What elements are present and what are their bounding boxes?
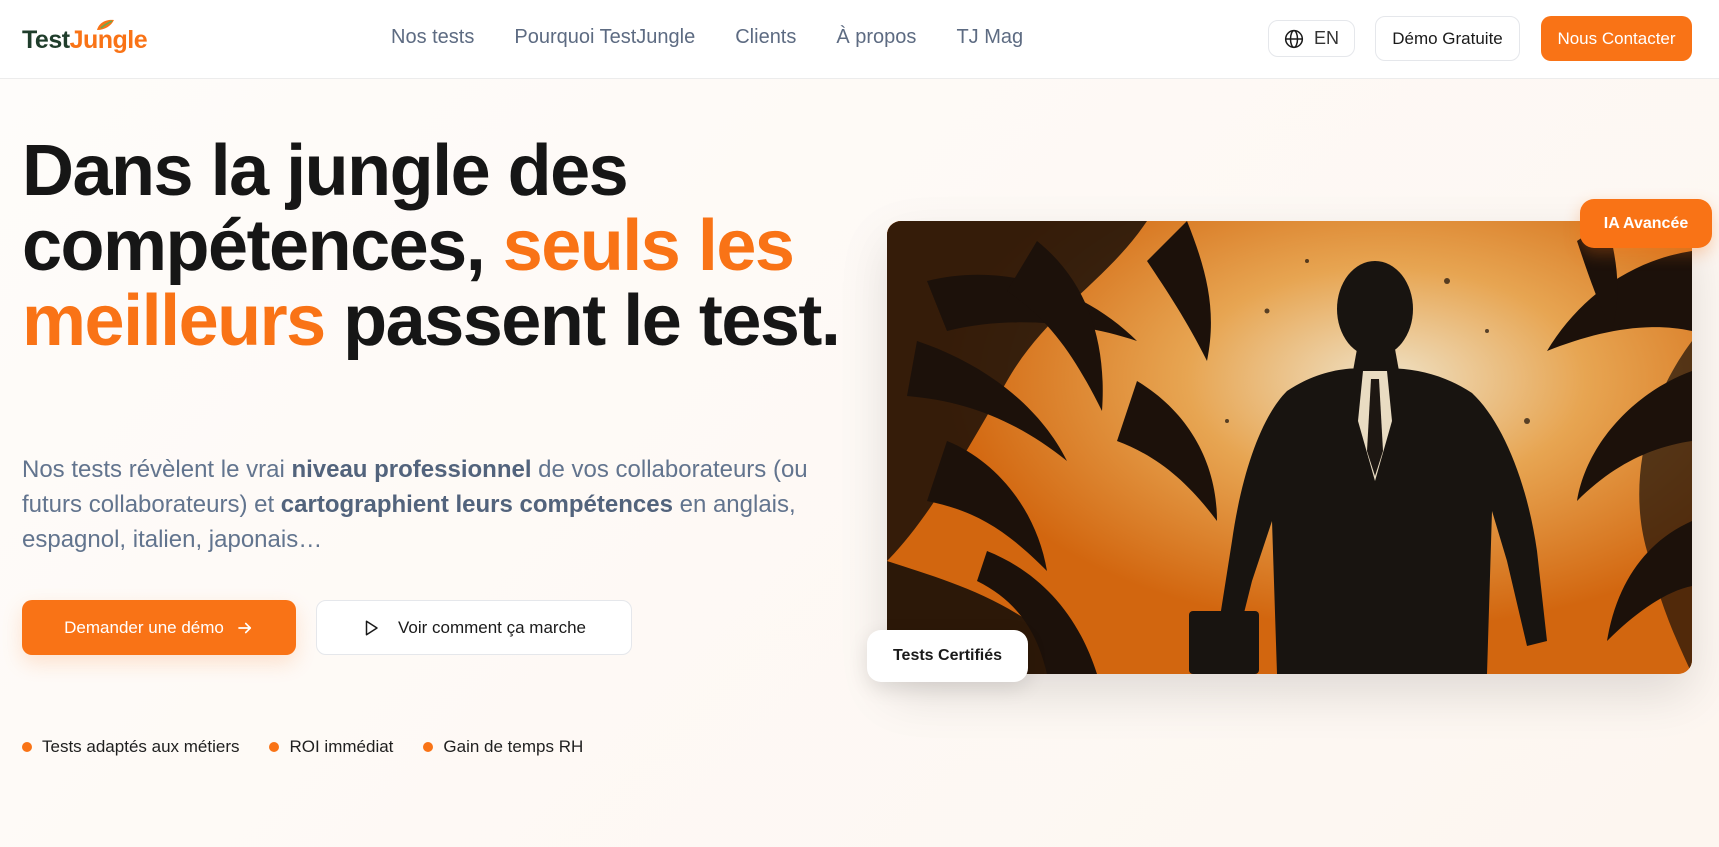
bullet-dot-icon [423, 742, 434, 752]
globe-icon [1284, 29, 1304, 48]
request-demo-label: Demander une démo [64, 617, 224, 637]
feature-item: Gain de temps RH [423, 737, 583, 757]
bullet-dot-icon [269, 742, 280, 752]
feature-item: Tests adaptés aux métiers [22, 737, 239, 757]
free-demo-button[interactable]: Démo Gratuite [1375, 16, 1520, 61]
request-demo-button[interactable]: Demander une démo [22, 600, 296, 655]
nav-item-nos-tests[interactable]: Nos tests [391, 26, 474, 49]
feature-label: Tests adaptés aux métiers [42, 737, 240, 756]
leaf-icon [97, 19, 114, 30]
feature-label: Gain de temps RH [443, 737, 584, 756]
logo-text-test: Test [22, 26, 70, 54]
bullet-dot-icon [22, 742, 32, 752]
hero-sub-bold2: cartographient leurs compétences [280, 491, 673, 518]
ai-badge: IA Avancée [1580, 199, 1712, 248]
nav-item-clients[interactable]: Clients [735, 26, 796, 49]
site-header: TestJungle Nos tests Pourquoi TestJungle… [0, 0, 1719, 79]
language-label: EN [1313, 28, 1339, 48]
feature-list: Tests adaptés aux métiers ROI immédiat G… [22, 737, 583, 757]
hero-sub-bold1: niveau professionnel [291, 456, 532, 483]
arrow-right-icon [238, 622, 251, 633]
language-button[interactable]: EN [1268, 20, 1355, 57]
feature-item: ROI immédiat [269, 737, 393, 757]
jungle-businessman-illustration [887, 221, 1692, 674]
nav-item-tj-mag[interactable]: TJ Mag [956, 26, 1023, 49]
main-nav: Nos tests Pourquoi TestJungle Clients À … [391, 26, 1063, 49]
play-icon [365, 620, 378, 635]
hero-image [887, 221, 1692, 674]
hero-title: Dans la jungle des compétences, seuls le… [22, 134, 852, 359]
hero-sub-part1: Nos tests révèlent le vrai [22, 456, 292, 483]
hero-subtitle: Nos tests révèlent le vrai niveau profes… [22, 452, 822, 557]
hero-title-part2: passent le test. [324, 281, 841, 361]
contact-button[interactable]: Nous Contacter [1541, 16, 1692, 61]
nav-item-a-propos[interactable]: À propos [836, 26, 916, 49]
logo[interactable]: TestJungle [22, 19, 148, 55]
feature-label: ROI immédiat [289, 737, 394, 756]
how-it-works-label: Voir comment ça marche [397, 617, 586, 637]
how-it-works-button[interactable]: Voir comment ça marche [316, 600, 632, 655]
nav-item-pourquoi[interactable]: Pourquoi TestJungle [514, 26, 695, 49]
certified-badge: Tests Certifiés [867, 630, 1028, 682]
